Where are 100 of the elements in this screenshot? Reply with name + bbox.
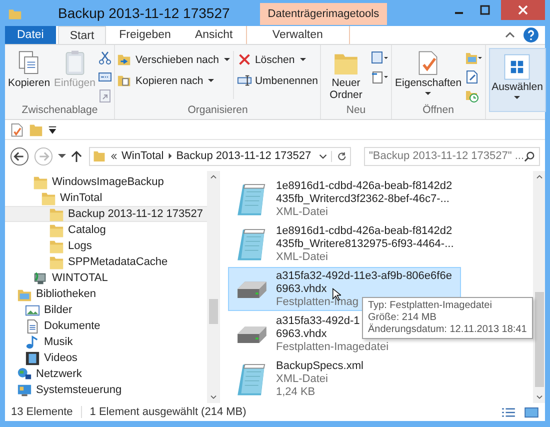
refresh-icon[interactable]: [331, 150, 347, 162]
tree-item[interactable]: Bibliotheken: [5, 286, 207, 302]
dropdown-icon[interactable]: [319, 152, 328, 160]
folder-icon: [8, 7, 22, 21]
scroll-down-icon[interactable]: [210, 395, 216, 400]
file-name: 6963.vhdx: [276, 282, 327, 296]
caret-icon: [224, 58, 230, 61]
folder-icon: [49, 206, 64, 222]
recent-caret-icon[interactable]: [58, 152, 66, 160]
search-icon[interactable]: [524, 150, 535, 162]
paste-shortcut-icon[interactable]: [98, 89, 112, 103]
scroll-up-icon[interactable]: [210, 174, 216, 179]
file-type: XML-Datei: [276, 206, 328, 218]
copy-to-button[interactable]: Kopieren nach: [117, 73, 230, 88]
overflow-chevron-icon[interactable]: [110, 152, 118, 160]
item-count: 13 Elemente: [11, 406, 73, 418]
tree-item[interactable]: SPPMetadataCache: [5, 254, 207, 270]
details-view-icon[interactable]: [501, 406, 516, 418]
pictures-icon: [25, 302, 40, 318]
caret-icon: [300, 58, 306, 61]
computer-icon: [33, 270, 48, 286]
tree-item[interactable]: Videos: [5, 350, 207, 366]
file-item[interactable]: BackupSpecs.xml XML-Datei 1,24 KB: [228, 357, 428, 401]
tree-item[interactable]: Catalog: [5, 222, 207, 238]
delete-button[interactable]: Löschen: [236, 52, 318, 67]
file-name: 1e8916d1-cdbd-426a-beab-f8142d2: [276, 180, 452, 192]
history-icon[interactable]: [464, 89, 479, 103]
scroll-thumb[interactable]: [208, 299, 218, 324]
file-name: a315fa33-492d-1: [276, 314, 360, 328]
folder-icon: [49, 238, 64, 254]
select-button[interactable]: Auswählen: [488, 48, 546, 112]
search-field[interactable]: "Backup 2013-11-12 173527" ...: [364, 146, 540, 166]
music-note-icon: [25, 334, 40, 350]
ribbon-tab[interactable]: Datei: [5, 26, 56, 44]
help-icon[interactable]: [523, 27, 539, 43]
group-label: Neu: [345, 104, 367, 118]
back-button[interactable]: [10, 146, 29, 166]
tree-item[interactable]: WinTotal: [5, 190, 207, 206]
tree-item[interactable]: WindowsImageBackup: [5, 174, 207, 190]
scroll-down-icon[interactable]: [536, 395, 542, 400]
edit-icon[interactable]: [464, 70, 479, 84]
new-folder-button[interactable]: Neuer Ordner: [323, 47, 370, 103]
large-icons-view-icon[interactable]: [524, 406, 539, 418]
tooltip-line: Änderungsdatum: 12.11.2013 18:41: [368, 324, 527, 336]
file-item[interactable]: 1e8916d1-cdbd-426a-beab-f8142d2 435fb_Writercd3f2362-8bef-46c7-... XML-Datei: [228, 177, 462, 221]
scroll-up-icon[interactable]: [536, 174, 542, 179]
cut-icon[interactable]: [98, 51, 112, 65]
file-name: 435fb_Writere8132975-6f93-4464-...: [276, 238, 454, 250]
properties-icon[interactable]: [10, 122, 24, 136]
easy-access-icon[interactable]: [371, 70, 390, 84]
copy-button[interactable]: Kopieren: [7, 47, 52, 91]
tree-item[interactable]: WINTOTAL: [5, 270, 207, 286]
tooltip-line: Größe: 214 MB: [368, 312, 438, 324]
tree-item[interactable]: Logs: [5, 238, 207, 254]
folder-icon: [49, 222, 64, 238]
up-arrow-icon[interactable]: [71, 150, 82, 162]
file-type: Festplatten-Imag: [276, 296, 359, 308]
window-title: Backup 2013-11-12 173527: [58, 5, 230, 21]
tree-item[interactable]: Backup 2013-11-12 173527: [5, 206, 207, 222]
tree-item[interactable]: Dokumente: [5, 318, 207, 334]
ribbon-tab[interactable]: Start: [58, 26, 106, 44]
delete-icon: [236, 52, 252, 67]
breadcrumb[interactable]: Backup 2013-11-12 173527: [176, 150, 312, 162]
new-item-icon[interactable]: [371, 51, 390, 65]
context-tab-group: Datenträgerimagetools: [260, 3, 388, 25]
copy-path-icon[interactable]: [98, 70, 112, 84]
tree-item[interactable]: Musik: [5, 334, 207, 350]
breadcrumb[interactable]: WinTotal: [122, 150, 164, 162]
file-size: 1,24 KB: [276, 386, 316, 398]
group-label: Zwischenablage: [20, 104, 99, 118]
select-grid-icon: [503, 53, 532, 81]
tree-item[interactable]: Systemsteuerung: [5, 382, 207, 398]
group-label: Organisieren: [186, 104, 249, 118]
properties-button[interactable]: Eigenschaften: [394, 47, 463, 97]
caret-icon: [514, 96, 520, 99]
network-icon: [17, 366, 32, 382]
folder-icon: [93, 149, 106, 163]
scrollbar[interactable]: [207, 171, 219, 403]
customize-toolbar-icon[interactable]: [48, 125, 57, 134]
maximize-icon: [480, 5, 490, 15]
breadcrumb-arrow-icon[interactable]: [168, 152, 172, 160]
rename-button[interactable]: Umbenennen: [236, 73, 318, 88]
collapse-ribbon-icon[interactable]: [505, 30, 515, 40]
file-type: XML-Datei: [276, 250, 328, 264]
move-to-button[interactable]: Verschieben nach: [117, 52, 230, 67]
close-icon: [518, 5, 528, 15]
file-type: XML-Datei: [276, 372, 328, 386]
address-bar[interactable]: WinTotal Backup 2013-11-12 173527: [89, 146, 351, 166]
ribbon-tab[interactable]: Verwalten: [246, 26, 350, 44]
tree-item[interactable]: Netzwerk: [5, 366, 207, 382]
file-item[interactable]: 1e8916d1-cdbd-426a-beab-f8142d2 435fb_Writere8132975-6f93-4464-... XML-Datei: [228, 222, 463, 266]
folder-icon: [33, 174, 48, 190]
film-icon: [25, 350, 40, 366]
tree-item[interactable]: Bilder: [5, 302, 207, 318]
control-panel-icon: [17, 382, 32, 398]
file-name: 1e8916d1-cdbd-426a-beab-f8142d2: [276, 224, 452, 238]
caret-icon: [208, 79, 214, 82]
close-button[interactable]: [501, 0, 545, 20]
scroll-thumb[interactable]: [534, 292, 544, 387]
scrollbar[interactable]: [533, 171, 545, 403]
